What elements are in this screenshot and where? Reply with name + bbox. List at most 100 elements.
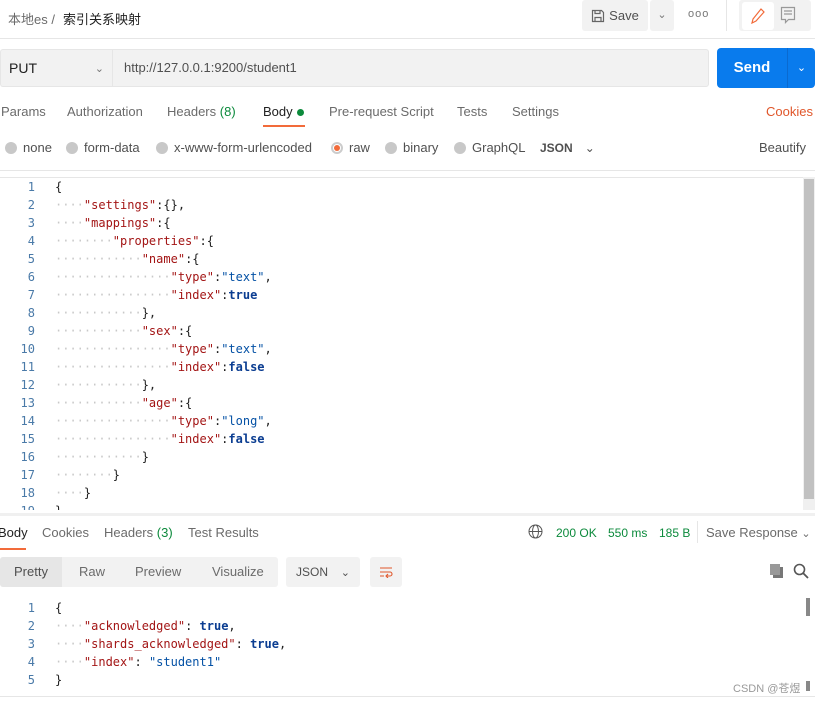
send-button[interactable]: Send ⌄	[717, 48, 815, 88]
request-name[interactable]: 索引关系映射	[63, 9, 141, 28]
radio-icon	[5, 141, 17, 154]
code-line[interactable]: 12 ············},	[0, 376, 803, 394]
tab-settings[interactable]: Settings	[512, 104, 559, 119]
active-tab-indicator	[263, 125, 305, 127]
code-line[interactable]: 16 ············}	[0, 448, 803, 466]
code-line[interactable]: 2 ····"settings":{},	[0, 196, 803, 214]
code-text: {	[55, 180, 63, 194]
code-line[interactable]: 3 ····"mappings":{	[0, 214, 803, 232]
response-tab-headers[interactable]: Headers (3)	[104, 525, 173, 540]
code-line[interactable]: 8 ············},	[0, 304, 803, 322]
radio-binary[interactable]: binary	[385, 140, 438, 155]
code-text: ············},	[55, 378, 157, 392]
breadcrumb-collection[interactable]: 本地es /	[8, 9, 55, 28]
globe-icon[interactable]	[528, 524, 543, 542]
line-number: 4	[27, 234, 35, 248]
copy-icon[interactable]	[769, 563, 784, 582]
view-visualize[interactable]: Visualize	[212, 564, 264, 579]
documentation-icon[interactable]	[780, 6, 796, 27]
code-line[interactable]: 5 ············"name":{	[0, 250, 803, 268]
response-size[interactable]: 185 B	[659, 526, 690, 540]
divider	[726, 0, 727, 31]
scrollbar-thumb[interactable]	[804, 179, 814, 499]
line-number: 19	[0, 502, 35, 510]
collection-name[interactable]: 本地es	[8, 12, 48, 27]
radio-icon	[66, 141, 78, 154]
code-line[interactable]: 3 ····"shards_acknowledged": true,	[0, 635, 803, 653]
scrollbar-thumb[interactable]	[806, 681, 810, 691]
response-time[interactable]: 550 ms	[608, 526, 647, 540]
line-number: 10	[20, 342, 35, 356]
code-line[interactable]: 15 ················"index":false	[0, 430, 803, 448]
tab-tests[interactable]: Tests	[457, 104, 487, 119]
active-tab-indicator	[0, 548, 26, 550]
code-line[interactable]: 4 ····"index": "student1"	[0, 653, 803, 671]
tab-headers[interactable]: Headers (8)	[167, 104, 236, 119]
view-preview[interactable]: Preview	[135, 564, 181, 579]
send-label: Send	[733, 59, 771, 76]
code-line[interactable]: 5}	[0, 671, 803, 689]
code-line[interactable]: 6 ················"type":"text",	[0, 268, 803, 286]
method-select[interactable]: PUT ⌄	[0, 49, 112, 87]
more-options-icon[interactable]: ooo	[688, 8, 709, 20]
response-tab-body[interactable]: Body	[0, 525, 28, 540]
code-line[interactable]: 9 ············"sex":{	[0, 322, 803, 340]
response-scrollbar[interactable]	[805, 598, 815, 691]
code-text: }	[55, 673, 63, 687]
line-number: 6	[27, 270, 35, 284]
save-options-chevron-icon[interactable]: ⌄	[650, 0, 674, 31]
scrollbar-thumb[interactable]	[806, 598, 810, 616]
code-text: ········"properties":{	[55, 234, 214, 248]
line-number: 12	[20, 378, 35, 392]
code-text: ················"index":false	[55, 360, 265, 374]
format-value: JSON	[296, 565, 329, 579]
radio-form-data[interactable]: form-data	[66, 140, 140, 155]
code-line[interactable]: 2 ····"acknowledged": true,	[0, 617, 803, 635]
beautify-link[interactable]: Beautify	[759, 140, 806, 155]
line-number: 2	[27, 198, 35, 212]
save-response-label: Save Response	[706, 525, 798, 540]
code-line[interactable]: 13 ············"age":{	[0, 394, 803, 412]
code-line[interactable]: 10 ················"type":"text",	[0, 340, 803, 358]
cookies-link[interactable]: Cookies	[766, 104, 813, 119]
view-raw[interactable]: Raw	[79, 564, 105, 579]
status-code[interactable]: 200 OK	[556, 526, 597, 540]
tab-authorization[interactable]: Authorization	[67, 104, 143, 119]
code-text: {	[55, 601, 63, 615]
radio-icon	[156, 141, 168, 154]
wrap-lines-icon[interactable]	[370, 557, 402, 587]
code-line[interactable]: 17 ········}	[0, 466, 803, 484]
code-line[interactable]: 19}	[0, 502, 803, 510]
response-body-viewer[interactable]: 1{2 ····"acknowledged": true, 3 ····"shards…	[0, 598, 803, 690]
send-options-chevron-icon[interactable]: ⌄	[787, 48, 815, 88]
search-icon[interactable]	[793, 563, 809, 582]
radio-raw[interactable]: raw	[331, 140, 370, 155]
tab-body[interactable]: Body	[263, 104, 304, 119]
pane-resize-handle[interactable]	[0, 513, 815, 516]
code-line[interactable]: 7 ················"index":true	[0, 286, 803, 304]
code-line[interactable]: 14 ················"type":"long",	[0, 412, 803, 430]
tab-pre-request-script[interactable]: Pre-request Script	[329, 104, 434, 119]
response-format-select[interactable]: JSON ⌄	[286, 557, 360, 587]
radio-graphql[interactable]: GraphQL	[454, 140, 525, 155]
body-format-select[interactable]: JSON ⌄	[540, 141, 595, 155]
save-button[interactable]: Save	[582, 0, 648, 31]
radio-none[interactable]: none	[5, 140, 52, 155]
editor-scrollbar[interactable]	[803, 177, 815, 510]
request-body-editor[interactable]: 1{2 ····"settings":{}, 3 ····"mappings":{ 4 ·…	[0, 177, 803, 510]
code-text: ········}	[55, 468, 121, 482]
code-text: ················"type":"text",	[55, 270, 272, 284]
view-pretty[interactable]: Pretty	[0, 557, 62, 587]
code-line[interactable]: 11 ················"index":false	[0, 358, 803, 376]
code-line[interactable]: 1{	[0, 178, 803, 196]
radio-urlencoded[interactable]: x-www-form-urlencoded	[156, 140, 312, 155]
url-input[interactable]: http://127.0.0.1:9200/student1	[112, 49, 709, 87]
tab-params[interactable]: Params	[1, 104, 46, 119]
edit-pencil-icon[interactable]	[742, 2, 774, 30]
response-tab-cookies[interactable]: Cookies	[42, 525, 89, 540]
code-line[interactable]: 18 ····}	[0, 484, 803, 502]
code-line[interactable]: 1{	[0, 599, 803, 617]
code-line[interactable]: 4 ········"properties":{	[0, 232, 803, 250]
save-response-button[interactable]: Save Response ⌄	[706, 525, 811, 540]
response-tab-test-results[interactable]: Test Results	[188, 525, 259, 540]
